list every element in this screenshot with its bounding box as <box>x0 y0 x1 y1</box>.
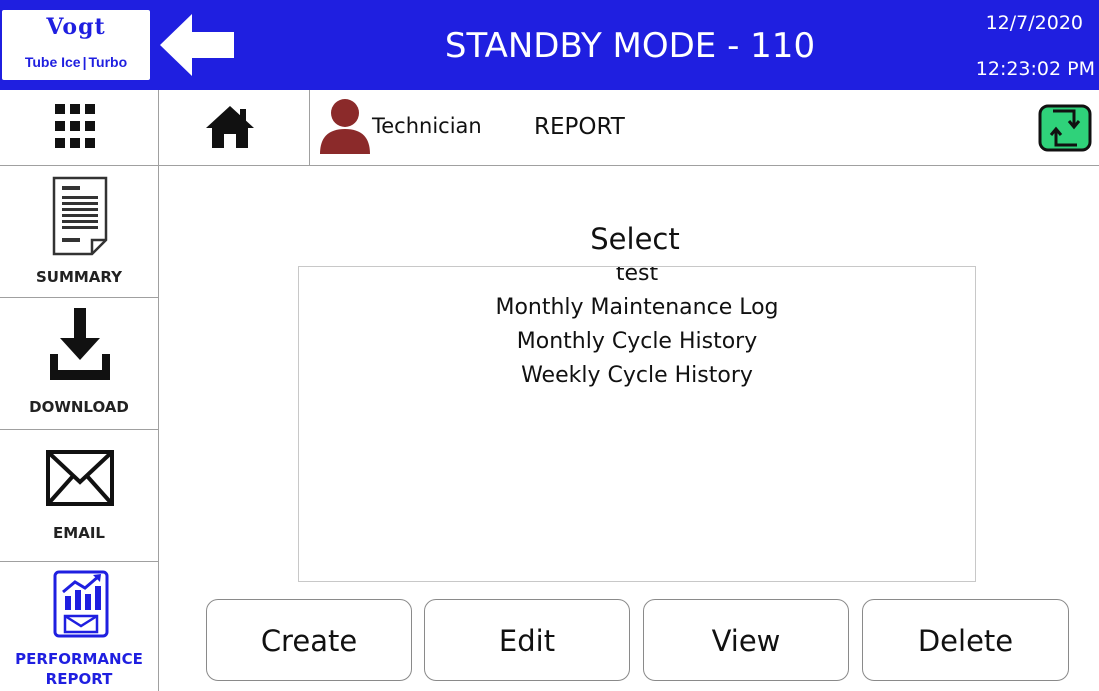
list-item[interactable]: Monthly Maintenance Log <box>299 291 975 325</box>
edit-button[interactable]: Edit <box>424 599 630 681</box>
delete-button[interactable]: Delete <box>862 599 1069 681</box>
list-item[interactable]: Weekly Cycle History <box>299 359 975 393</box>
sidebar-item-label: REPORT <box>45 670 113 688</box>
home-icon <box>206 106 254 148</box>
logo-brand: Vogt <box>46 14 106 40</box>
list-item[interactable]: test <box>299 267 975 291</box>
switch-arrows-icon[interactable] <box>1036 103 1094 153</box>
download-icon <box>50 308 110 380</box>
vogt-logo: Vogt Tube Ice | Turbo <box>2 10 150 80</box>
logo-sub-left: Tube Ice <box>24 54 81 70</box>
logo-sub-right: Turbo <box>88 54 128 70</box>
date-display: 12/7/2020 <box>985 12 1083 34</box>
sidebar-item-label: SUMMARY <box>35 268 123 286</box>
sidebar-item-label: DOWNLOAD <box>29 398 129 416</box>
menu-grid-button[interactable] <box>0 90 159 165</box>
list-item[interactable]: Monthly Cycle History <box>299 325 975 359</box>
envelope-icon <box>46 450 114 506</box>
nav-bar: Technician REPORT <box>0 90 1099 166</box>
grid-menu-icon <box>55 104 95 148</box>
create-button[interactable]: Create <box>206 599 412 681</box>
page-title: STANDBY MODE - 110 <box>444 26 816 66</box>
view-button[interactable]: View <box>643 599 849 681</box>
select-heading: Select <box>570 222 700 260</box>
back-arrow-icon[interactable] <box>158 12 236 78</box>
sidebar-item-email[interactable]: EMAIL <box>0 430 158 562</box>
sidebar-item-performance-report[interactable]: PERFORMANCE REPORT <box>0 562 158 691</box>
sidebar-item-summary[interactable]: SUMMARY <box>0 166 158 298</box>
time-display: 12:23:02 PM <box>975 58 1095 80</box>
sidebar-item-download[interactable]: DOWNLOAD <box>0 298 158 430</box>
report-list[interactable]: test Monthly Maintenance Log Monthly Cyc… <box>298 266 976 582</box>
user-avatar-icon <box>320 99 370 154</box>
performance-report-icon <box>53 570 109 638</box>
sidebar-item-label: PERFORMANCE <box>15 650 143 668</box>
logo-subtitle: Tube Ice | Turbo <box>24 54 128 70</box>
document-icon <box>52 176 108 256</box>
sidebar: SUMMARY DOWNLOAD EMAIL PERFORMANCE REPOR… <box>0 166 159 691</box>
user-role-label: Technician <box>372 114 482 138</box>
header-bar: Vogt Tube Ice | Turbo STANDBY MODE - 110 1… <box>0 0 1099 90</box>
sidebar-item-label: EMAIL <box>53 524 105 542</box>
home-button[interactable] <box>159 90 310 165</box>
current-page-label: REPORT <box>534 114 625 140</box>
